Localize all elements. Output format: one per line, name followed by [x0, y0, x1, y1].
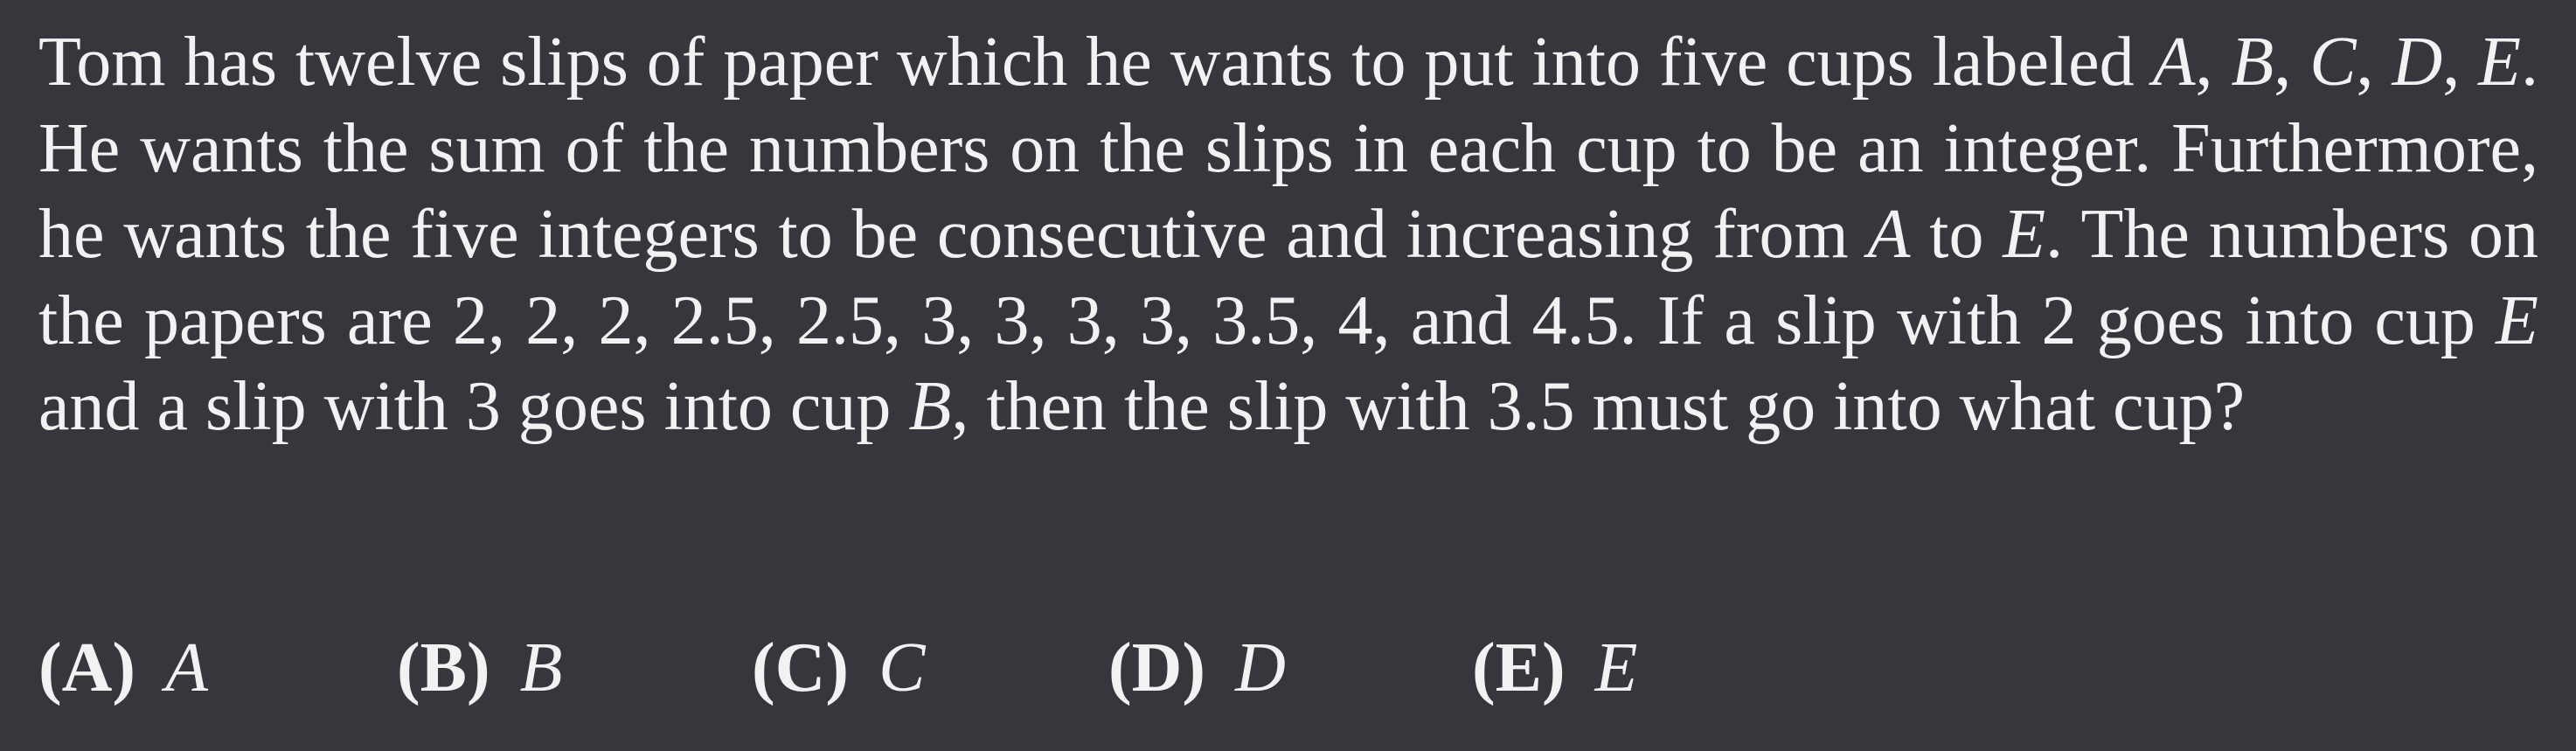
- math-var-d: D: [2392, 24, 2443, 101]
- math-var-a: A: [2152, 24, 2196, 101]
- choice-b[interactable]: (B) B: [397, 624, 563, 712]
- choice-label: (D): [1108, 629, 1206, 706]
- choice-label: (E): [1472, 629, 1566, 706]
- choice-value: C: [878, 629, 926, 706]
- math-var-c: C: [2309, 24, 2357, 101]
- math-var-e: E: [2496, 282, 2538, 359]
- choice-value: B: [519, 629, 563, 706]
- choice-label: (A): [38, 629, 136, 706]
- comma: ,: [2356, 24, 2392, 101]
- math-var-b: B: [908, 368, 952, 445]
- choice-e[interactable]: (E) E: [1472, 624, 1638, 712]
- choice-value: E: [1594, 629, 1638, 706]
- problem-text-segment: to: [1910, 196, 2003, 273]
- choice-value: D: [1235, 629, 1286, 706]
- problem-text-segment: Tom has twelve slips of paper which he w…: [38, 24, 2153, 101]
- choice-value: A: [165, 629, 208, 706]
- problem-text-segment: , then the slip with 3.5 must go into wh…: [951, 368, 2246, 445]
- comma: ,: [2274, 24, 2310, 101]
- choice-a[interactable]: (A) A: [38, 624, 208, 712]
- problem-text-segment: and a slip with 3 goes into cup: [38, 368, 909, 445]
- math-var-e: E: [2003, 196, 2046, 273]
- comma: ,: [2442, 24, 2479, 101]
- math-var-e: E: [2478, 24, 2522, 101]
- problem-text: Tom has twelve slips of paper which he w…: [38, 19, 2538, 450]
- choice-label: (B): [397, 629, 490, 706]
- math-var-a: A: [1867, 196, 1911, 273]
- comma: ,: [2195, 24, 2232, 101]
- choice-d[interactable]: (D) D: [1108, 624, 1286, 712]
- choice-c[interactable]: (C) C: [752, 624, 925, 712]
- choice-label: (C): [752, 629, 850, 706]
- math-var-b: B: [2231, 24, 2274, 101]
